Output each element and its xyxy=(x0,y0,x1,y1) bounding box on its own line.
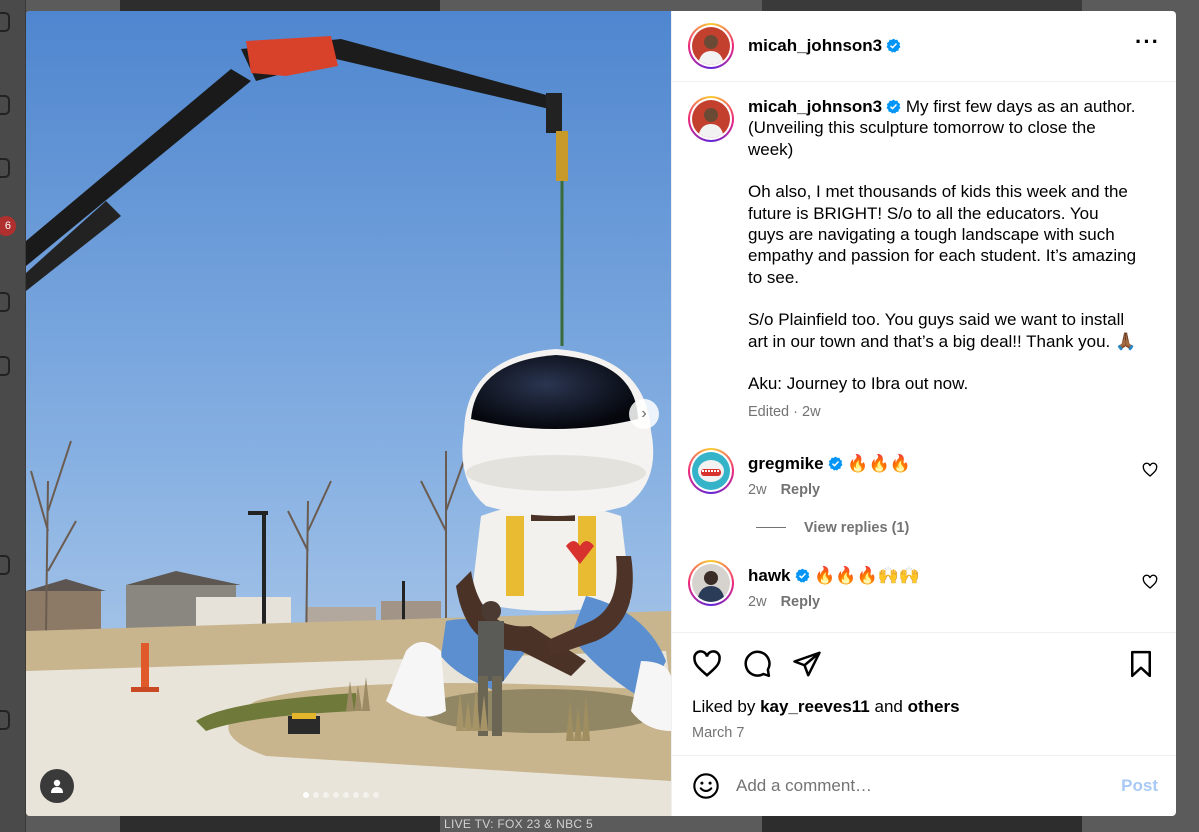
reply-button[interactable]: Reply xyxy=(781,482,821,498)
like-comment-heart-icon[interactable] xyxy=(1142,574,1158,590)
comment-text: 🔥🔥🔥🙌🙌 xyxy=(814,565,921,585)
chevron-right-icon: › xyxy=(641,405,647,422)
verified-badge-icon xyxy=(886,99,901,114)
emoji-icon[interactable] xyxy=(692,772,720,800)
bg-live-banner: LIVE TV: FOX 23 & NBC 5 xyxy=(444,817,593,831)
bg-nav-icon xyxy=(0,710,10,730)
commenter-avatar xyxy=(692,451,730,490)
liked-by-others[interactable]: others xyxy=(908,697,960,716)
comment-content: gregmike 🔥🔥🔥 2w Reply xyxy=(748,448,911,498)
carousel-dot xyxy=(313,792,319,798)
comment-age[interactable]: 2w xyxy=(748,482,767,498)
bg-nav-icon xyxy=(0,356,10,376)
liked-by-prefix: Liked by xyxy=(692,697,756,716)
carousel-dot xyxy=(343,792,349,798)
post-header: micah_johnson3 ··· xyxy=(672,11,1176,82)
caption-avatar xyxy=(692,100,730,138)
carousel-dot xyxy=(303,792,309,798)
heart-icon[interactable] xyxy=(692,649,722,679)
bg-nav-icon xyxy=(0,158,10,178)
reply-button[interactable]: Reply xyxy=(781,594,821,610)
commenter-avatar-ring[interactable] xyxy=(688,559,734,606)
caption-paragraph-4: Aku: Journey to Ibra out now. xyxy=(748,374,969,394)
like-comment-heart-icon[interactable] xyxy=(1142,462,1158,478)
post-side-panel: micah_johnson3 ··· micah_johnson3 My fir… xyxy=(671,11,1176,816)
commenter-avatar-ring[interactable] xyxy=(688,447,734,494)
caption-avatar-ring[interactable] xyxy=(688,96,734,142)
post-comment-button[interactable]: Post xyxy=(1121,776,1158,796)
comment-item: gregmike 🔥🔥🔥 2w Reply xyxy=(688,447,1160,498)
liked-by-user[interactable]: kay_reeves11 xyxy=(760,697,870,716)
caption: micah_johnson3 My first few days as an a… xyxy=(688,96,1160,424)
carousel-dot xyxy=(333,792,339,798)
caption-username[interactable]: micah_johnson3 xyxy=(748,97,882,116)
caption-paragraph-3: S/o Plainfield too. You guys said we wan… xyxy=(748,310,1137,351)
carousel-next-button[interactable]: › xyxy=(629,399,659,429)
comment-icon[interactable] xyxy=(742,649,772,679)
comment-composer: Post xyxy=(672,755,1176,816)
verified-badge-icon xyxy=(828,456,843,471)
bg-grid-tile xyxy=(120,0,440,11)
post-date[interactable]: March 7 xyxy=(692,725,1156,741)
post-photo xyxy=(26,11,671,816)
commenter-username[interactable]: gregmike xyxy=(748,454,824,473)
replies-divider xyxy=(756,527,786,529)
author-avatar xyxy=(692,27,730,65)
bg-nav-icon xyxy=(0,12,10,32)
verified-badge-icon xyxy=(795,568,809,583)
commenter-avatar xyxy=(692,563,730,602)
post-actions-area: Liked by kay_reeves11 and others March 7 xyxy=(672,632,1176,755)
commenter-username[interactable]: hawk xyxy=(748,566,791,585)
caption-text: micah_johnson3 My first few days as an a… xyxy=(748,96,1138,424)
user-tag-icon xyxy=(51,779,63,793)
share-icon[interactable] xyxy=(792,649,822,679)
bg-grid-tile xyxy=(120,816,440,832)
more-options-button[interactable]: ··· xyxy=(1135,31,1160,55)
comment-meta: 2w Reply xyxy=(748,594,920,610)
bg-grid-tile xyxy=(762,0,1082,11)
carousel-dot xyxy=(363,792,369,798)
comment-meta: 2w Reply xyxy=(748,482,911,498)
carousel-dot xyxy=(323,792,329,798)
author-username-text[interactable]: micah_johnson3 xyxy=(748,36,882,55)
view-replies-button[interactable]: View replies (1) xyxy=(756,520,1160,536)
background-sidebar: 6 xyxy=(0,0,26,832)
edited-label: Edited xyxy=(748,404,790,421)
comments-list: micah_johnson3 My first few days as an a… xyxy=(672,82,1176,632)
caption-meta: Edited · 2w xyxy=(748,402,1138,423)
comment-content: hawk 🔥🔥🔥🙌🙌 2w Reply xyxy=(748,560,920,610)
liked-by-and: and xyxy=(874,697,903,716)
notification-badge: 6 xyxy=(0,216,16,236)
comment-item: hawk 🔥🔥🔥🙌🙌 2w Reply xyxy=(688,559,1160,610)
comment-age[interactable]: 2w xyxy=(748,594,767,610)
bookmark-icon[interactable] xyxy=(1126,649,1156,679)
bg-nav-icon xyxy=(0,95,10,115)
bg-grid-tile xyxy=(762,816,1082,832)
view-replies-label: View replies (1) xyxy=(804,519,910,536)
carousel-indicator xyxy=(303,792,379,798)
post-media[interactable]: › xyxy=(26,11,671,816)
author-username[interactable]: micah_johnson3 xyxy=(748,36,901,56)
post-modal: › micah_johnson3 ··· micah_johnson3 My f… xyxy=(26,11,1176,816)
likes-summary: Liked by kay_reeves11 and others xyxy=(692,697,1156,717)
caption-age[interactable]: 2w xyxy=(802,404,821,420)
carousel-dot xyxy=(373,792,379,798)
caption-paragraph-2: Oh also, I met thousands of kids this we… xyxy=(748,182,1137,287)
user-tag-button[interactable] xyxy=(40,769,74,803)
meta-separator: · xyxy=(793,404,798,421)
author-avatar-ring[interactable] xyxy=(688,23,734,69)
bg-nav-icon xyxy=(0,555,10,575)
bg-nav-icon xyxy=(0,292,10,312)
comment-input[interactable] xyxy=(736,776,1122,796)
verified-badge-icon xyxy=(886,38,901,53)
carousel-dot xyxy=(353,792,359,798)
comment-text: 🔥🔥🔥 xyxy=(847,453,911,473)
action-bar xyxy=(692,633,1156,695)
more-icon: ··· xyxy=(1135,29,1160,54)
